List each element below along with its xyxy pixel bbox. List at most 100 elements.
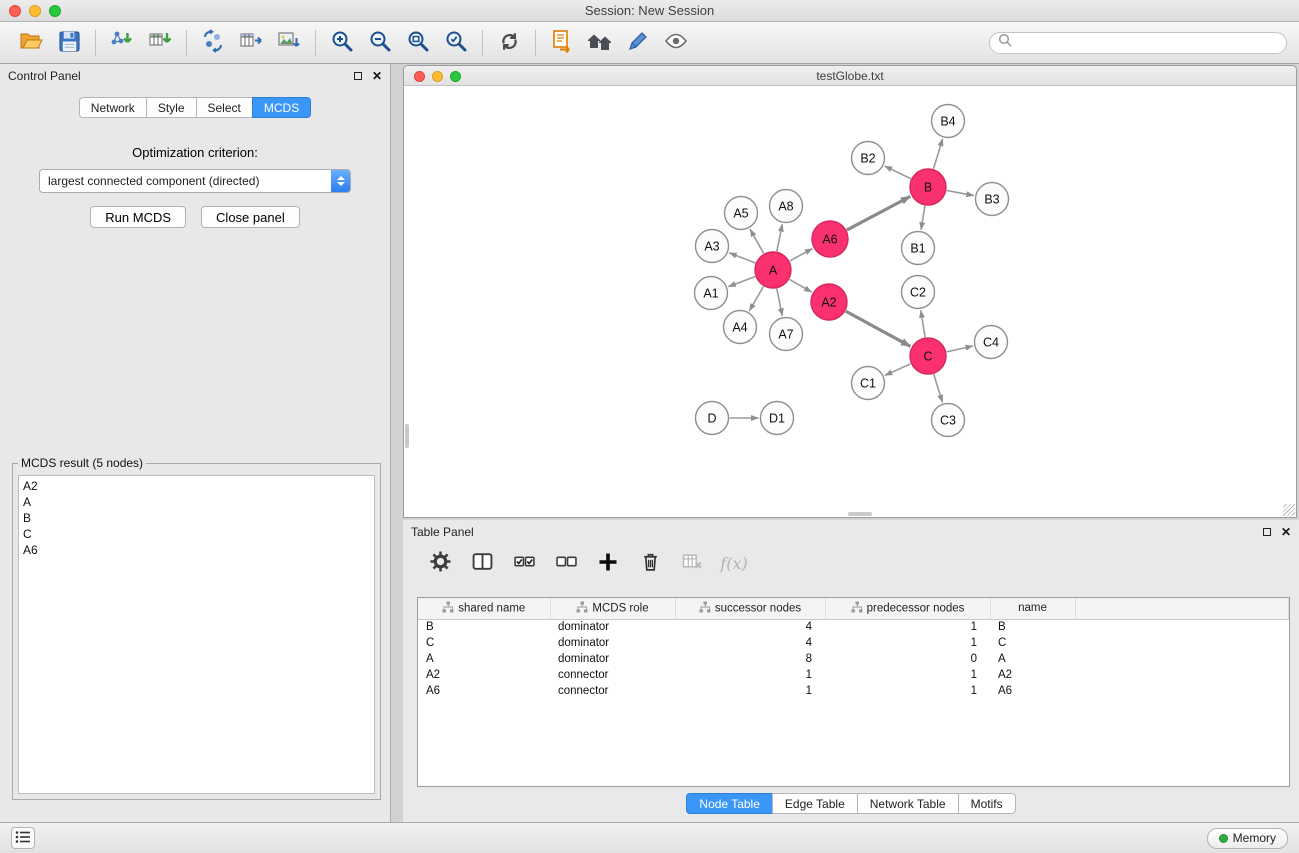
cell-successor-nodes[interactable]: 4: [675, 619, 825, 635]
result-item[interactable]: A6: [23, 542, 370, 558]
delete-column-button[interactable]: [637, 551, 663, 575]
refresh-layout-button[interactable]: [490, 26, 528, 60]
create-column-button[interactable]: [595, 551, 621, 575]
first-neighbors-button[interactable]: [543, 26, 581, 60]
select-all-columns-button[interactable]: [511, 551, 537, 575]
export-network-button[interactable]: [194, 26, 232, 60]
column-header-predecessor-nodes[interactable]: predecessor nodes: [825, 598, 990, 619]
cell-predecessor-nodes[interactable]: 1: [825, 635, 990, 651]
zoom-out-button[interactable]: [361, 26, 399, 60]
tab-style[interactable]: Style: [146, 97, 197, 118]
show-graphics-details-button[interactable]: [657, 26, 695, 60]
show-columns-button[interactable]: [469, 551, 495, 575]
export-table-button[interactable]: [232, 26, 270, 60]
graph-edge-B-B1[interactable]: [921, 206, 925, 230]
cell-shared-name[interactable]: A2: [418, 667, 550, 683]
graph-node-C2[interactable]: C2: [902, 276, 935, 309]
graph-node-A1[interactable]: A1: [695, 277, 728, 310]
graph-node-A5[interactable]: A5: [725, 197, 758, 230]
close-panel-icon[interactable]: ✕: [372, 70, 382, 82]
tab-edge-table[interactable]: Edge Table: [772, 793, 858, 814]
cell-mcds-role[interactable]: dominator: [550, 635, 675, 651]
cell-successor-nodes[interactable]: 8: [675, 651, 825, 667]
graph-edge-B-B2[interactable]: [885, 166, 911, 179]
graph-edge-A-A4[interactable]: [749, 286, 763, 311]
result-item[interactable]: A: [23, 494, 370, 510]
minimize-window-button[interactable]: [29, 5, 41, 17]
minimize-view-button[interactable]: [432, 71, 443, 82]
cell-shared-name[interactable]: C: [418, 635, 550, 651]
graph-node-A7[interactable]: A7: [770, 318, 803, 351]
graph-node-B4[interactable]: B4: [932, 105, 965, 138]
style-brush-button[interactable]: [619, 26, 657, 60]
float-table-panel-icon[interactable]: [1263, 528, 1271, 536]
function-builder-button[interactable]: f(x): [721, 551, 747, 575]
open-session-button[interactable]: [12, 26, 50, 60]
tab-mcds[interactable]: MCDS: [252, 97, 311, 118]
result-item[interactable]: A2: [23, 478, 370, 494]
graph-node-A3[interactable]: A3: [696, 230, 729, 263]
table-row[interactable]: A dominator 8 0 A: [418, 651, 1289, 667]
table-row[interactable]: A2 connector 1 1 A2: [418, 667, 1289, 683]
mcds-result-list[interactable]: A2 A B C A6: [18, 475, 375, 794]
graph-edge-A-A7[interactable]: [777, 289, 783, 316]
tab-network-table[interactable]: Network Table: [857, 793, 959, 814]
cell-shared-name[interactable]: A6: [418, 683, 550, 699]
graph-node-A4[interactable]: A4: [724, 311, 757, 344]
column-header-successor-nodes[interactable]: successor nodes: [675, 598, 825, 619]
graph-node-D1[interactable]: D1: [761, 402, 794, 435]
graph-edge-A-A3[interactable]: [729, 253, 755, 263]
horizontal-scroll-thumb[interactable]: [848, 512, 872, 516]
graph-node-A2[interactable]: A2: [811, 284, 847, 320]
network-canvas[interactable]: B4B2BB3A5A8A6A3B1AA1C2A2A4A7C4CC1C3DD1: [404, 86, 1296, 517]
cell-mcds-role[interactable]: dominator: [550, 619, 675, 635]
cell-name[interactable]: A6: [990, 683, 1075, 699]
result-item[interactable]: C: [23, 526, 370, 542]
cell-shared-name[interactable]: A: [418, 651, 550, 667]
graph-node-B2[interactable]: B2: [852, 142, 885, 175]
cell-successor-nodes[interactable]: 4: [675, 635, 825, 651]
run-mcds-button[interactable]: Run MCDS: [90, 206, 186, 228]
graph-node-C3[interactable]: C3: [932, 404, 965, 437]
criterion-dropdown[interactable]: largest connected component (directed): [39, 169, 351, 193]
export-image-button[interactable]: [270, 26, 308, 60]
graph-node-C[interactable]: C: [910, 338, 946, 374]
cell-name[interactable]: A: [990, 651, 1075, 667]
graph-node-A8[interactable]: A8: [770, 190, 803, 223]
graph-node-B[interactable]: B: [910, 169, 946, 205]
table-row[interactable]: C dominator 4 1 C: [418, 635, 1289, 651]
cell-name[interactable]: C: [990, 635, 1075, 651]
close-panel-button[interactable]: Close panel: [201, 206, 300, 228]
graph-edge-A2-C[interactable]: [846, 311, 911, 346]
column-header-mcds-role[interactable]: MCDS role: [550, 598, 675, 619]
unselect-all-columns-button[interactable]: [553, 551, 579, 575]
graph-node-B1[interactable]: B1: [902, 232, 935, 265]
graph-node-A6[interactable]: A6: [812, 221, 848, 257]
cell-shared-name[interactable]: B: [418, 619, 550, 635]
graph-edge-A-A2[interactable]: [789, 279, 811, 292]
cell-mcds-role[interactable]: dominator: [550, 651, 675, 667]
resize-grip[interactable]: [1283, 504, 1295, 516]
network-graph[interactable]: B4B2BB3A5A8A6A3B1AA1C2A2A4A7C4CC1C3DD1: [404, 86, 1296, 517]
graph-edge-A-A1[interactable]: [728, 277, 755, 287]
close-view-button[interactable]: [414, 71, 425, 82]
cell-predecessor-nodes[interactable]: 1: [825, 683, 990, 699]
graph-node-A[interactable]: A: [755, 252, 791, 288]
zoom-window-button[interactable]: [49, 5, 61, 17]
import-network-button[interactable]: [103, 26, 141, 60]
network-window-titlebar[interactable]: testGlobe.txt: [404, 66, 1296, 86]
close-table-panel-icon[interactable]: ✕: [1281, 526, 1291, 538]
cell-mcds-role[interactable]: connector: [550, 667, 675, 683]
graph-node-C4[interactable]: C4: [975, 326, 1008, 359]
cell-name[interactable]: B: [990, 619, 1075, 635]
float-panel-icon[interactable]: [354, 72, 362, 80]
zoom-view-button[interactable]: [450, 71, 461, 82]
save-session-button[interactable]: [50, 26, 88, 60]
search-input[interactable]: [1017, 36, 1278, 50]
graph-edge-C-C2[interactable]: [921, 310, 925, 337]
close-window-button[interactable]: [9, 5, 21, 17]
tab-network[interactable]: Network: [79, 97, 147, 118]
graph-edge-A-A6[interactable]: [790, 249, 813, 261]
show-task-history-button[interactable]: [11, 827, 35, 849]
graph-node-C1[interactable]: C1: [852, 367, 885, 400]
